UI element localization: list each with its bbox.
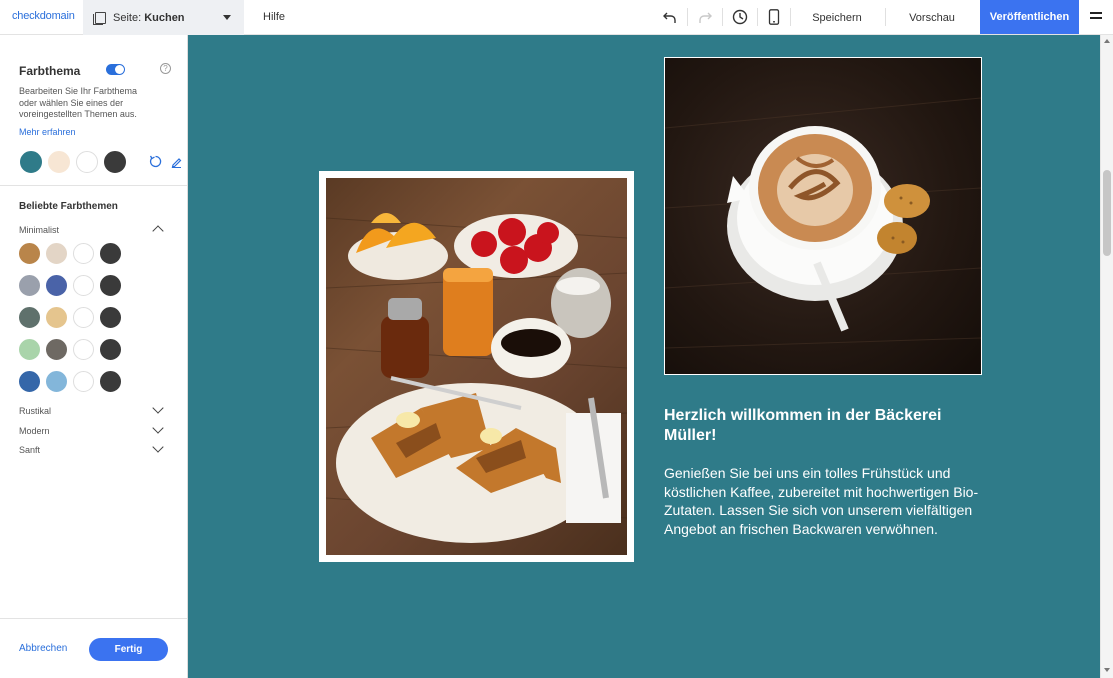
palette-swatch[interactable] [100, 371, 121, 392]
palette-swatch[interactable] [46, 307, 67, 328]
sidebar-footer-divider [0, 618, 187, 619]
page-selector[interactable]: Seite: Kuchen [83, 0, 244, 35]
breakfast-image-frame[interactable] [319, 171, 634, 562]
toolbar-divider [687, 8, 688, 26]
sidebar-divider [0, 185, 187, 186]
scroll-thumb[interactable] [1103, 170, 1111, 256]
logo[interactable]: checkdomain [12, 10, 75, 22]
palette-swatch[interactable] [100, 339, 121, 360]
palette-swatch[interactable] [46, 275, 67, 296]
theme-group-modern[interactable]: Modern [19, 422, 164, 436]
palette-swatch[interactable] [100, 275, 121, 296]
palette-option[interactable] [19, 275, 121, 296]
logo-brand: checkdomain [12, 10, 75, 22]
toolbar-divider [722, 8, 723, 26]
pencil-icon[interactable] [171, 155, 182, 168]
history-icon[interactable] [732, 9, 748, 25]
palette-swatch[interactable] [19, 371, 40, 392]
palette-swatch[interactable] [73, 243, 94, 264]
palette-swatch[interactable] [19, 307, 40, 328]
welcome-paragraph[interactable]: Genießen Sie bei uns ein tolles Frühstüc… [664, 464, 984, 538]
current-color-swatch[interactable] [20, 151, 42, 173]
undo-icon[interactable] [662, 9, 678, 25]
page-prefix: Seite: [113, 11, 145, 24]
chevron-down-icon [152, 441, 164, 453]
theme-group-minimalist[interactable]: Minimalist [19, 225, 164, 237]
caret-down-icon [223, 15, 231, 20]
preview-button[interactable]: Vorschau [896, 0, 968, 35]
toolbar-divider [885, 8, 886, 26]
palette-option[interactable] [19, 307, 121, 328]
theme-group-sanft[interactable]: Sanft [19, 441, 164, 455]
hamburger-menu-icon[interactable] [1090, 12, 1102, 22]
cancel-button[interactable]: Abbrechen [19, 643, 67, 654]
palette-swatch[interactable] [73, 275, 94, 296]
coffee-image [665, 58, 981, 374]
page-canvas: Herzlich willkommen in der Bäckerei Müll… [188, 35, 1100, 678]
chevron-up-icon [152, 225, 164, 237]
reset-icon[interactable] [149, 155, 162, 168]
done-button[interactable]: Fertig [89, 638, 168, 661]
color-theme-toggle[interactable] [106, 64, 125, 75]
question-icon[interactable]: ? [160, 63, 171, 74]
theme-group-label: Minimalist [19, 225, 60, 235]
help-menu[interactable]: Hilfe [263, 11, 285, 23]
theme-group-label: Rustikal [19, 406, 52, 416]
chevron-down-icon [152, 402, 164, 414]
theme-group-label: Modern [19, 426, 50, 436]
sidebar-description: Bearbeiten Sie Ihr Farbthema oder wählen… [19, 86, 138, 119]
palette-swatch[interactable] [46, 339, 67, 360]
coffee-image-frame[interactable] [664, 57, 982, 375]
current-color-swatches [20, 151, 126, 173]
top-toolbar: checkdomain Seite: Kuchen Hilfe Speicher… [0, 0, 1113, 35]
palette-swatch[interactable] [46, 243, 67, 264]
page-name: Kuchen [144, 11, 185, 24]
publish-button[interactable]: Veröffentlichen [980, 0, 1079, 34]
palette-swatch[interactable] [73, 371, 94, 392]
popular-themes-title: Beliebte Farbthemen [19, 201, 118, 212]
vertical-scrollbar[interactable] [1100, 35, 1113, 678]
palette-option[interactable] [19, 243, 121, 264]
palette-swatch[interactable] [19, 339, 40, 360]
palette-option[interactable] [19, 339, 121, 360]
palette-swatch[interactable] [100, 243, 121, 264]
current-color-swatch[interactable] [76, 151, 98, 173]
toolbar-divider [790, 8, 791, 26]
welcome-heading[interactable]: Herzlich willkommen in der Bäckerei Müll… [664, 406, 964, 446]
palette-swatch[interactable] [19, 243, 40, 264]
save-button[interactable]: Speichern [800, 0, 874, 35]
palette-swatch[interactable] [100, 307, 121, 328]
color-theme-sidebar: Farbthema ? Bearbeiten Sie Ihr Farbthema… [0, 35, 188, 678]
toolbar-divider [757, 8, 758, 26]
pages-icon [93, 11, 106, 25]
palette-swatch[interactable] [73, 339, 94, 360]
palette-swatch[interactable] [46, 371, 67, 392]
palette-swatch[interactable] [19, 275, 40, 296]
theme-group-rustikal[interactable]: Rustikal [19, 402, 164, 416]
breakfast-image [326, 178, 627, 555]
mobile-view-icon[interactable] [766, 9, 782, 25]
current-color-swatch[interactable] [48, 151, 70, 173]
theme-group-label: Sanft [19, 445, 41, 455]
page-selector-label: Seite: Kuchen [113, 12, 185, 24]
palette-swatch[interactable] [73, 307, 94, 328]
learn-more-link[interactable]: Mehr erfahren [19, 127, 76, 137]
scroll-up-arrow-icon[interactable] [1104, 39, 1110, 43]
palette-option[interactable] [19, 371, 121, 392]
redo-icon[interactable] [697, 9, 713, 25]
sidebar-title: Farbthema [19, 64, 81, 78]
current-color-swatch[interactable] [104, 151, 126, 173]
chevron-down-icon [152, 422, 164, 434]
scroll-down-arrow-icon[interactable] [1104, 668, 1110, 672]
